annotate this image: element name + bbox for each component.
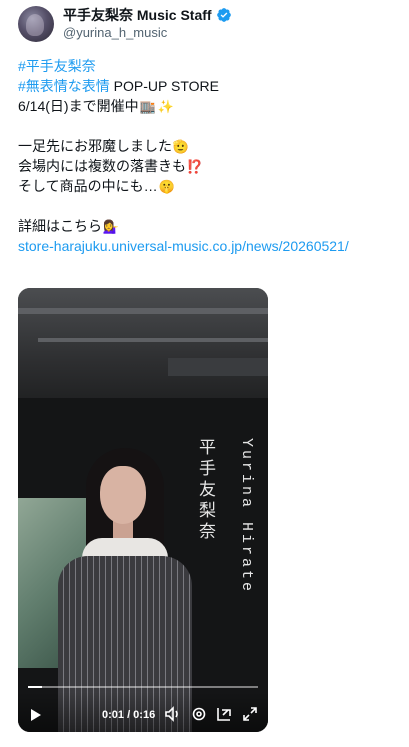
text-line: #無表情な表情 POP-UP STORE: [18, 76, 398, 96]
ceiling-duct: [168, 358, 268, 376]
hashtag-link[interactable]: #平手友梨奈: [18, 58, 96, 74]
text-line: 詳細はこちら💁‍♀️: [18, 216, 398, 236]
progress-fill: [28, 686, 42, 688]
picture-in-picture-icon[interactable]: [215, 705, 233, 723]
external-link[interactable]: store-harajuku.universal-music.co.jp/new…: [18, 238, 349, 254]
shush-emoji-icon: 🤫: [158, 179, 175, 194]
person-tipping-hand-emoji-icon: 💁‍♀️: [102, 219, 120, 234]
handle[interactable]: @yurina_h_music: [63, 24, 232, 42]
video-time: 0:01 / 0:16: [102, 709, 156, 721]
text-span: 6/14(日)まで開催中: [18, 98, 139, 114]
volume-icon[interactable]: [164, 705, 182, 723]
verified-badge-icon: [216, 8, 231, 22]
settings-icon[interactable]: [190, 705, 208, 723]
display-name[interactable]: 平手友梨奈 Music Staff: [63, 6, 212, 24]
text-line: store-harajuku.universal-music.co.jp/new…: [18, 236, 398, 256]
play-icon[interactable]: [30, 708, 42, 722]
avatar[interactable]: [18, 6, 54, 42]
ceiling-beam: [18, 308, 268, 314]
salute-emoji-icon: 🫡: [172, 139, 190, 154]
building-emoji-icon: 🏬: [139, 99, 156, 114]
text-span: POP-UP STORE: [109, 78, 219, 94]
interrobang-emoji-icon: ⁉️: [186, 159, 204, 174]
text-span: そして商品の中にも…: [18, 178, 158, 194]
video-player[interactable]: 平手友梨奈 Yurina Hirate 0:01 / 0:16: [18, 288, 268, 732]
tweet-text: #平手友梨奈 #無表情な表情 POP-UP STORE 6/14(日)まで開催中…: [18, 56, 398, 256]
hashtag-link[interactable]: #無表情な表情: [18, 78, 110, 94]
sparkles-emoji-icon: ✨: [157, 99, 174, 114]
video-overlay-text-en: Yurina Hirate: [238, 438, 255, 595]
progress-bar[interactable]: [28, 686, 258, 688]
video-ceiling: [18, 288, 268, 408]
ceiling-beam: [38, 338, 268, 342]
tweet-header: 平手友梨奈 Music Staff @yurina_h_music: [18, 4, 232, 44]
name-row: 平手友梨奈 Music Staff: [63, 6, 232, 24]
fullscreen-icon[interactable]: [241, 705, 259, 723]
author-info: 平手友梨奈 Music Staff @yurina_h_music: [63, 6, 232, 42]
video-person: [58, 448, 208, 732]
text-span: 詳細はこちら: [18, 218, 102, 234]
text-line: 一足先にお邪魔しました🫡: [18, 136, 398, 156]
text-line: #平手友梨奈: [18, 56, 398, 76]
text-line: 会場内には複数の落書きも⁉️: [18, 156, 398, 176]
text-line: そして商品の中にも…🤫: [18, 176, 398, 196]
person-face: [100, 466, 146, 524]
tweet: 平手友梨奈 Music Staff @yurina_h_music #平手友梨奈…: [0, 0, 409, 747]
text-span: 会場内には複数の落書きも: [18, 158, 186, 174]
text-span: 一足先にお邪魔しました: [18, 138, 172, 154]
text-line: 6/14(日)まで開催中🏬 ✨: [18, 96, 398, 116]
